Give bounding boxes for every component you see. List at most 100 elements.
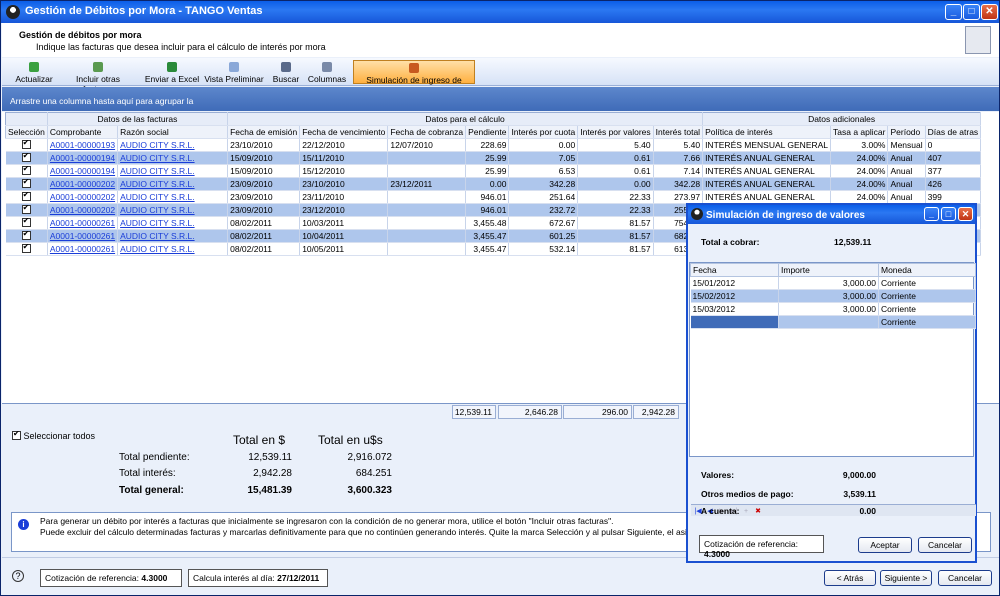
table-cell[interactable]: A0001-00000261 <box>47 229 119 243</box>
column-header[interactable]: Pendiente <box>465 125 510 139</box>
add-icon[interactable]: + <box>741 507 751 517</box>
table-cell[interactable]: A0001-00000261 <box>47 216 119 230</box>
table-cell[interactable]: A0001-00000261 <box>47 242 119 256</box>
column-header[interactable]: Interés por valores <box>577 125 654 139</box>
table-cell[interactable]: AUDIO CITY S.R.L. <box>117 229 229 243</box>
table-row[interactable]: A0001-00000202AUDIO CITY S.R.L.23/09/201… <box>5 190 982 204</box>
dialog-minimize-button[interactable]: _ <box>924 207 939 221</box>
accept-button[interactable]: Aceptar <box>858 537 912 553</box>
table-cell[interactable]: AUDIO CITY S.R.L. <box>117 151 229 165</box>
selection-cell[interactable] <box>5 242 48 256</box>
values-column-header[interactable]: Importe <box>778 263 879 277</box>
values-row[interactable]: 15/01/2012 3,000.00 Corriente <box>690 276 976 290</box>
column-header[interactable]: Tasa a aplicar <box>830 125 889 139</box>
column-header[interactable]: Interés por cuota <box>508 125 579 139</box>
column-header[interactable]: Período <box>887 125 926 139</box>
selection-cell[interactable] <box>5 164 48 178</box>
values-cell[interactable]: 3,000.00 <box>778 302 879 316</box>
checkbox-icon[interactable] <box>21 139 31 150</box>
table-cell[interactable]: A0001-00000202 <box>47 177 119 191</box>
checkbox-icon[interactable] <box>21 165 31 176</box>
column-header[interactable]: Días de atras <box>924 125 982 139</box>
total-interes-usd: 684.251 <box>355 468 392 479</box>
values-cell[interactable]: 15/01/2012 <box>690 276 779 290</box>
checkbox-icon[interactable] <box>21 204 31 215</box>
back-button[interactable]: < Atrás <box>824 570 876 586</box>
values-cell[interactable]: 3,000.00 <box>778 289 879 303</box>
table-cell[interactable]: AUDIO CITY S.R.L. <box>117 242 229 256</box>
values-cell[interactable] <box>778 315 879 329</box>
table-cell: 24.00% <box>830 177 889 191</box>
table-cell[interactable]: A0001-00000193 <box>47 138 119 152</box>
include-invoices-button[interactable]: Incluir otras facturas <box>60 60 136 94</box>
selection-cell[interactable] <box>5 151 48 165</box>
table-cell[interactable]: AUDIO CITY S.R.L. <box>117 190 229 204</box>
checkbox-icon[interactable] <box>21 178 31 189</box>
excel-button[interactable]: Enviar a Excel <box>144 60 200 84</box>
values-cell[interactable]: 15/02/2012 <box>690 289 779 303</box>
values-column-header[interactable]: Moneda <box>878 263 976 277</box>
values-row[interactable]: Corriente <box>690 315 976 329</box>
selection-cell[interactable] <box>5 229 48 243</box>
delete-icon[interactable]: ✖ <box>753 507 763 517</box>
values-cell[interactable]: Corriente <box>878 276 976 290</box>
checkbox-icon[interactable] <box>21 191 31 202</box>
select-all-checkbox[interactable]: Seleccionar todos <box>12 429 95 441</box>
table-cell[interactable]: A0001-00000202 <box>47 203 119 217</box>
column-header[interactable]: Interés total <box>652 125 704 139</box>
close-button[interactable]: ✕ <box>981 4 998 20</box>
table-cell[interactable]: AUDIO CITY S.R.L. <box>117 177 229 191</box>
selection-cell[interactable] <box>5 177 48 191</box>
help-icon[interactable]: ? <box>12 570 24 582</box>
values-cell[interactable]: Corriente <box>878 315 976 329</box>
values-row[interactable]: 15/03/2012 3,000.00 Corriente <box>690 302 976 316</box>
values-column-header[interactable]: Fecha <box>690 263 779 277</box>
selection-cell[interactable] <box>5 203 48 217</box>
dialog-maximize-button[interactable]: □ <box>941 207 956 221</box>
values-row[interactable]: 15/02/2012 3,000.00 Corriente <box>690 289 976 303</box>
values-cell[interactable]: 15/03/2012 <box>690 302 779 316</box>
values-cell[interactable] <box>690 315 779 329</box>
table-cell: 23/12/2010 <box>299 203 389 217</box>
values-cell[interactable]: Corriente <box>878 302 976 316</box>
dialog-close-button[interactable]: ✕ <box>958 207 973 221</box>
table-row[interactable]: A0001-00000194AUDIO CITY S.R.L.15/09/201… <box>5 151 982 165</box>
column-header[interactable]: Fecha de vencimiento <box>299 125 389 139</box>
checkbox-icon[interactable] <box>21 243 31 254</box>
selection-cell[interactable] <box>5 216 48 230</box>
simulation-button[interactable]: Simulación de ingreso de valores <box>353 60 475 95</box>
column-header[interactable]: Política de interés <box>702 125 832 139</box>
columns-button[interactable]: Columnas <box>306 60 348 84</box>
group-by-area[interactable]: Arrastre una columna hasta aquí para agr… <box>2 87 999 111</box>
column-header[interactable]: Fecha de emisión <box>227 125 301 139</box>
cancel-button[interactable]: Cancelar <box>938 570 992 586</box>
refresh-button[interactable]: Actualizar <box>12 60 56 84</box>
values-cell[interactable]: 3,000.00 <box>778 276 879 290</box>
table-cell[interactable]: AUDIO CITY S.R.L. <box>117 203 229 217</box>
table-cell[interactable]: A0001-00000202 <box>47 190 119 204</box>
maximize-button[interactable]: □ <box>963 4 980 20</box>
table-row[interactable]: A0001-00000202AUDIO CITY S.R.L.23/09/201… <box>5 177 982 191</box>
column-header[interactable]: Razón social <box>117 125 229 139</box>
selection-cell[interactable] <box>5 138 48 152</box>
table-cell[interactable]: AUDIO CITY S.R.L. <box>117 138 229 152</box>
column-header[interactable]: Selección <box>5 125 48 139</box>
table-row[interactable]: A0001-00000194AUDIO CITY S.R.L.15/09/201… <box>5 164 982 178</box>
minimize-button[interactable]: _ <box>945 4 962 20</box>
table-cell[interactable]: AUDIO CITY S.R.L. <box>117 216 229 230</box>
checkbox-icon[interactable] <box>21 152 31 163</box>
next-button[interactable]: Siguiente > <box>880 570 932 586</box>
dialog-cancel-button[interactable]: Cancelar <box>918 537 972 553</box>
values-cell[interactable]: Corriente <box>878 289 976 303</box>
table-row[interactable]: A0001-00000193AUDIO CITY S.R.L.23/10/201… <box>5 138 982 152</box>
column-header[interactable]: Comprobante <box>46 125 119 139</box>
table-cell[interactable]: A0001-00000194 <box>47 151 119 165</box>
table-cell[interactable]: A0001-00000194 <box>47 164 119 178</box>
preview-button[interactable]: Vista Preliminar <box>204 60 264 84</box>
checkbox-icon[interactable] <box>21 230 31 241</box>
search-button[interactable]: Buscar <box>270 60 302 84</box>
checkbox-icon[interactable] <box>21 217 31 228</box>
table-cell[interactable]: AUDIO CITY S.R.L. <box>117 164 229 178</box>
selection-cell[interactable] <box>5 190 48 204</box>
column-header[interactable]: Fecha de cobranza <box>387 125 467 139</box>
